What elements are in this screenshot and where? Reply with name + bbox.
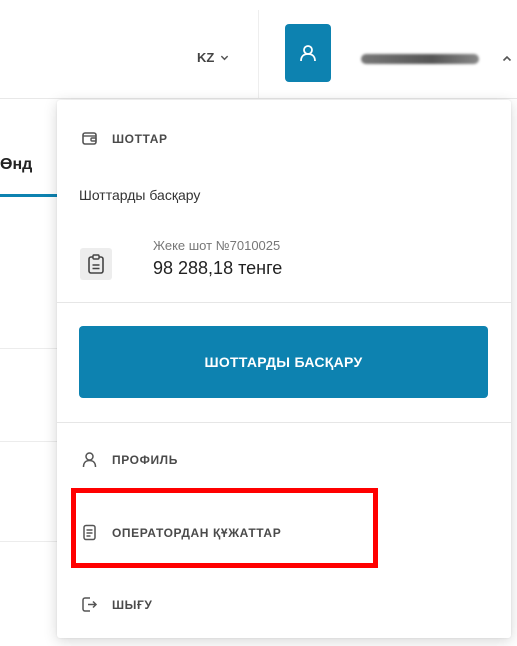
chevron-down-icon	[221, 55, 229, 60]
menu-item-logout[interactable]: ШЫҒУ	[81, 596, 152, 613]
manage-accounts-button[interactable]: ШОТТАРДЫ БАСҚАРУ	[79, 326, 488, 398]
background-row-divider	[0, 348, 58, 349]
user-dropdown-menu: ШОТТАР Шоттарды басқару Жеке шот №701002…	[57, 100, 511, 638]
menu-item-label: ШЫҒУ	[112, 597, 153, 612]
background-row-divider	[0, 441, 58, 442]
user-icon	[300, 45, 316, 62]
section-divider	[57, 422, 511, 423]
user-icon	[82, 452, 97, 468]
menu-item-label: ОПЕРАТОРДАН ҚҰЖАТТАР	[112, 525, 282, 540]
user-name-redacted	[361, 54, 479, 64]
background-tab[interactable]: Өнд	[0, 156, 58, 174]
header-border	[0, 98, 517, 99]
accounts-section-title: ШОТТАР	[112, 131, 168, 146]
wallet-icon	[82, 132, 97, 145]
menu-item-profile[interactable]: ПРОФИЛЬ	[81, 451, 178, 468]
active-tab-indicator	[0, 194, 58, 197]
header-divider	[258, 10, 259, 98]
background-row-divider	[0, 541, 58, 542]
accounts-section-header: ШОТТАР	[81, 130, 168, 147]
account-balance: 98 288,18 тенге	[153, 258, 283, 278]
account-number-label: Жеке шот №7010025	[153, 238, 281, 253]
section-divider	[57, 302, 511, 303]
language-label: KZ	[197, 49, 215, 65]
menu-item-label: ПРОФИЛЬ	[112, 452, 178, 467]
document-icon	[83, 524, 96, 541]
user-avatar-button[interactable]	[285, 24, 331, 82]
document-icon	[88, 254, 104, 274]
menu-item-operator-documents[interactable]: ОПЕРАТОРДАН ҚҰЖАТТАР	[81, 524, 281, 541]
account-icon-container	[80, 248, 112, 280]
chevron-up-icon[interactable]	[502, 54, 512, 64]
logout-icon	[82, 597, 98, 612]
language-selector[interactable]: KZ	[197, 46, 229, 68]
manage-accounts-link[interactable]: Шоттарды басқару	[79, 187, 200, 203]
